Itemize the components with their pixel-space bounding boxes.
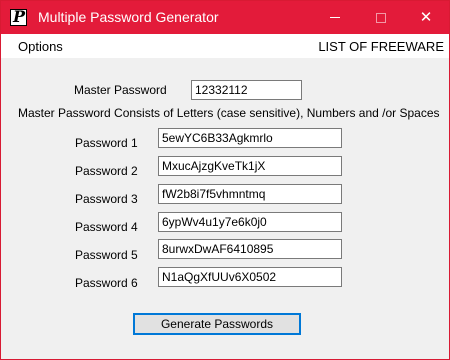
app-logo-icon: P <box>10 7 27 26</box>
minimize-icon <box>330 17 340 18</box>
menu-list-of-freeware[interactable]: LIST OF FREEWARE <box>318 39 444 54</box>
password-6-label: Password 6 <box>75 276 138 290</box>
password-5-label: Password 5 <box>75 248 138 262</box>
window-title: Multiple Password Generator <box>38 9 219 25</box>
password-1-field[interactable] <box>158 128 342 148</box>
master-password-input[interactable] <box>191 80 302 100</box>
menu-bar: Options LIST OF FREEWARE <box>1 34 449 58</box>
password-4-label: Password 4 <box>75 220 138 234</box>
password-5-field[interactable] <box>158 239 342 259</box>
password-3-label: Password 3 <box>75 192 138 206</box>
menu-options[interactable]: Options <box>18 39 63 54</box>
app-window: P Multiple Password Generator ✕ Options … <box>0 0 450 360</box>
minimize-button[interactable] <box>312 1 358 34</box>
generate-passwords-button[interactable]: Generate Passwords <box>133 313 301 335</box>
password-2-label: Password 2 <box>75 164 138 178</box>
maximize-button <box>358 1 404 34</box>
password-1-label: Password 1 <box>75 136 138 150</box>
title-bar[interactable]: P Multiple Password Generator ✕ <box>1 1 449 34</box>
password-3-field[interactable] <box>158 184 342 204</box>
master-password-hint: Master Password Consists of Letters (cas… <box>18 106 440 120</box>
app-logo-letter: P <box>13 7 26 26</box>
maximize-icon <box>376 12 386 23</box>
close-icon: ✕ <box>419 9 433 26</box>
password-4-field[interactable] <box>158 212 342 232</box>
password-6-field[interactable] <box>158 267 342 287</box>
master-password-label: Master Password <box>74 83 167 97</box>
password-2-field[interactable] <box>158 156 342 176</box>
close-button[interactable]: ✕ <box>403 1 449 34</box>
